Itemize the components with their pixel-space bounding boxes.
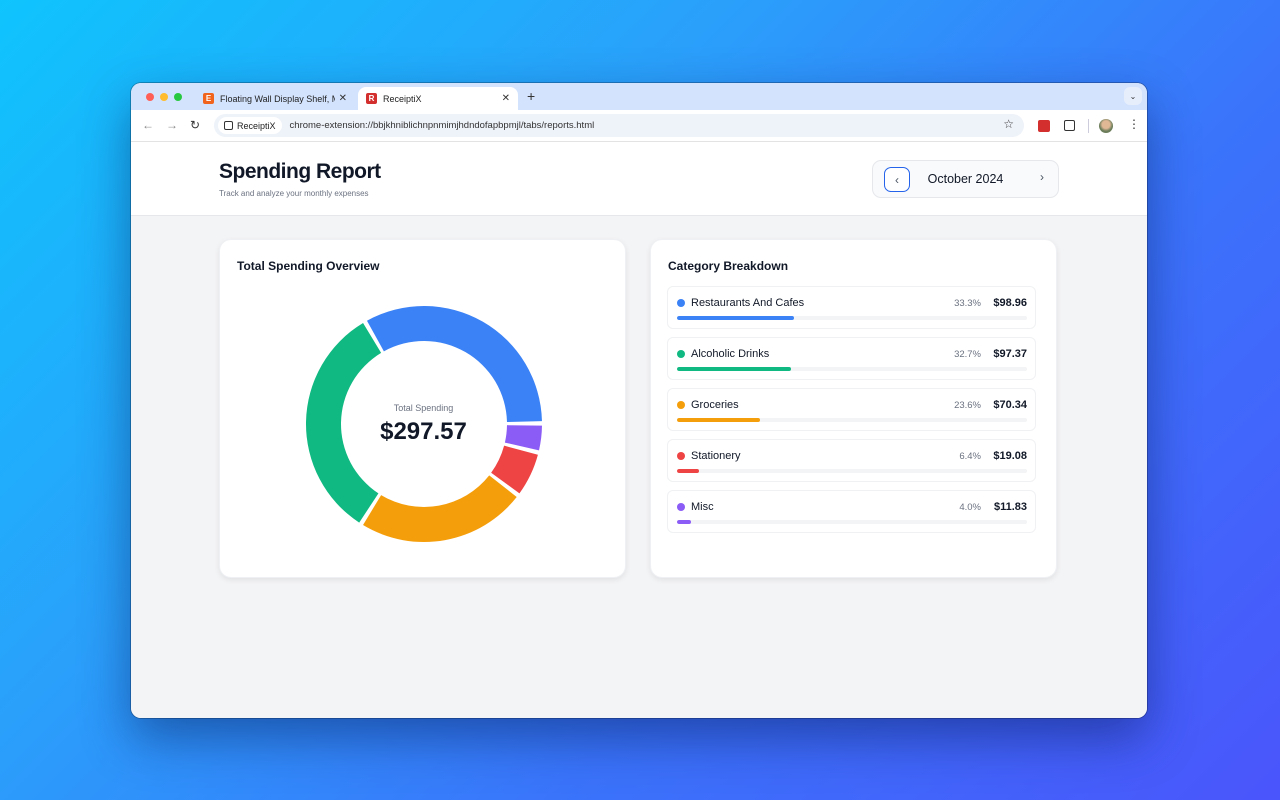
- category-amount: $70.34: [993, 399, 1027, 411]
- category-name: Restaurants And Cafes: [691, 297, 805, 309]
- previous-month-button[interactable]: ‹: [884, 167, 910, 192]
- donut-center-total: $297.57: [380, 418, 467, 445]
- page-content: Spending Report Track and analyze your m…: [131, 142, 1147, 718]
- category-list: Restaurants And Cafes 33.3% $98.96 Alcoh…: [667, 286, 1036, 541]
- tab-receiptix[interactable]: R ReceiptiX ✕: [358, 87, 518, 110]
- tab-title: ReceiptiX: [383, 93, 422, 104]
- minimize-window-button[interactable]: [160, 93, 168, 101]
- month-label: October 2024: [927, 172, 1004, 186]
- category-color-dot: [677, 350, 685, 358]
- next-month-button[interactable]: ›: [1040, 170, 1044, 184]
- profile-avatar[interactable]: [1099, 119, 1113, 133]
- reload-icon[interactable]: ↻: [190, 118, 200, 132]
- toolbar-divider: [1088, 119, 1089, 133]
- more-menu-icon[interactable]: ⋮: [1128, 117, 1140, 131]
- category-name: Misc: [691, 501, 714, 513]
- new-tab-button[interactable]: +: [527, 88, 535, 104]
- forward-icon[interactable]: →: [166, 118, 178, 132]
- category-percent: 32.7%: [954, 349, 981, 360]
- category-row[interactable]: Restaurants And Cafes 33.3% $98.96: [667, 286, 1036, 329]
- extension-chip[interactable]: ReceiptiX: [218, 117, 282, 134]
- total-spending-card: Total Spending Overview Total Spending $…: [219, 239, 626, 578]
- category-amount: $11.83: [993, 501, 1027, 513]
- extension-chip-label: ReceiptiX: [237, 120, 276, 131]
- close-tab-icon[interactable]: ✕: [339, 93, 347, 104]
- category-progress-fill: [677, 469, 700, 473]
- category-progress-fill: [677, 367, 792, 371]
- chevron-left-icon: ‹: [895, 172, 899, 187]
- window-controls: [146, 93, 182, 101]
- category-amount: $19.08: [993, 450, 1027, 462]
- category-percent: 6.4%: [959, 451, 981, 462]
- category-row[interactable]: Misc 4.0% $11.83: [667, 490, 1036, 533]
- category-amount: $97.37: [993, 348, 1027, 360]
- extension-icon: [224, 121, 233, 130]
- chevron-right-icon: ›: [1040, 170, 1044, 184]
- tab-title: Floating Wall Display Shelf, M: [220, 93, 335, 104]
- category-percent: 33.3%: [954, 298, 981, 309]
- bookmark-star-icon[interactable]: ☆: [1003, 117, 1014, 131]
- category-percent: 4.0%: [959, 502, 981, 513]
- receiptix-icon: R: [366, 93, 377, 104]
- category-breakdown-card: Category Breakdown Restaurants And Cafes…: [650, 239, 1057, 578]
- card-title: Category Breakdown: [668, 259, 789, 273]
- category-amount: $98.96: [993, 297, 1027, 309]
- category-name: Stationery: [691, 450, 741, 462]
- etsy-icon: E: [203, 93, 214, 104]
- page-subtitle: Track and analyze your monthly expenses: [219, 189, 369, 198]
- receiptix-extension-icon[interactable]: [1038, 120, 1050, 132]
- category-progress-track: [677, 469, 1027, 473]
- tab-bar: E Floating Wall Display Shelf, M ✕ R Rec…: [131, 83, 1147, 110]
- category-color-dot: [677, 299, 685, 307]
- category-percent: 23.6%: [954, 400, 981, 411]
- category-row[interactable]: Groceries 23.6% $70.34: [667, 388, 1036, 431]
- category-progress-track: [677, 316, 1027, 320]
- month-picker: ‹ October 2024 ›: [872, 160, 1059, 198]
- category-progress-fill: [677, 418, 760, 422]
- donut-center-label: Total Spending: [393, 403, 454, 413]
- category-color-dot: [677, 503, 685, 511]
- tab-search-button[interactable]: ⌄: [1124, 87, 1142, 105]
- url-text[interactable]: chrome-extension://bbjkhniblichnpnmimjhd…: [290, 120, 595, 131]
- back-icon[interactable]: ←: [142, 118, 154, 132]
- browser-toolbar: ← → ↻ ReceiptiX chrome-extension://bbjkh…: [131, 110, 1147, 142]
- category-progress-track: [677, 367, 1027, 371]
- browser-window: E Floating Wall Display Shelf, M ✕ R Rec…: [131, 83, 1147, 718]
- category-color-dot: [677, 401, 685, 409]
- category-row[interactable]: Alcoholic Drinks 32.7% $97.37: [667, 337, 1036, 380]
- category-color-dot: [677, 452, 685, 460]
- donut-slice-groceries[interactable]: [363, 475, 517, 542]
- page-title: Spending Report: [219, 160, 381, 183]
- category-progress-fill: [677, 520, 691, 524]
- extensions-puzzle-icon[interactable]: [1064, 120, 1075, 131]
- category-row[interactable]: Stationery 6.4% $19.08: [667, 439, 1036, 482]
- close-window-button[interactable]: [146, 93, 154, 101]
- close-tab-icon[interactable]: ✕: [502, 93, 510, 104]
- category-name: Alcoholic Drinks: [691, 348, 770, 360]
- category-progress-track: [677, 418, 1027, 422]
- address-bar[interactable]: ReceiptiX chrome-extension://bbjkhniblic…: [214, 114, 1024, 137]
- category-progress-track: [677, 520, 1027, 524]
- page-header: Spending Report Track and analyze your m…: [131, 142, 1147, 216]
- maximize-window-button[interactable]: [174, 93, 182, 101]
- category-progress-fill: [677, 316, 794, 320]
- tab-etsy[interactable]: E Floating Wall Display Shelf, M ✕: [195, 87, 355, 110]
- category-name: Groceries: [691, 399, 739, 411]
